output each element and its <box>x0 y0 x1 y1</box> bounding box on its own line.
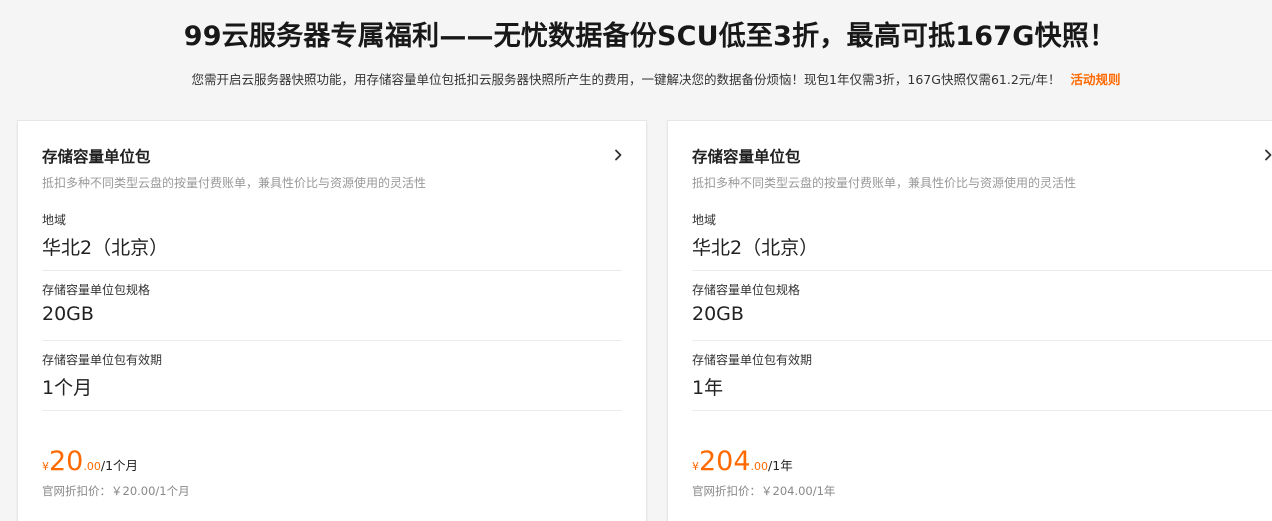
card-subtitle: 抵扣多种不同类型云盘的按量付费账单，兼具性价比与资源使用的灵活性 <box>42 176 427 190</box>
card-subtitle: 抵扣多种不同类型云盘的按量付费账单，兼具性价比与资源使用的灵活性 <box>692 176 1077 190</box>
price-integer: 204 <box>699 446 751 477</box>
product-card-monthly[interactable]: 存储容量单位包 抵扣多种不同类型云盘的按量付费账单，兼具性价比与资源使用的灵活性… <box>17 120 647 521</box>
capacity-spec-label: 存储容量单位包规格 <box>42 283 151 297</box>
region-field[interactable]: 地域 华北2（北京） <box>42 201 622 271</box>
promo-description: 您需开启云服务器快照功能，用存储容量单位包抵扣云服务器快照所产生的费用，一键解决… <box>0 69 1272 88</box>
capacity-spec-value: 20GB <box>692 303 744 325</box>
region-value: 华北2（北京） <box>42 237 169 259</box>
card-title: 存储容量单位包 <box>692 148 801 166</box>
validity-label: 存储容量单位包有效期 <box>42 353 163 367</box>
region-label: 地域 <box>42 213 67 227</box>
capacity-spec-field[interactable]: 存储容量单位包规格 20GB <box>692 271 1272 341</box>
promo-description-text: 您需开启云服务器快照功能，用存储容量单位包抵扣云服务器快照所产生的费用，一键解决… <box>191 72 1061 87</box>
chevron-right-icon[interactable] <box>608 145 628 165</box>
capacity-spec-label: 存储容量单位包规格 <box>692 283 801 297</box>
region-value: 华北2（北京） <box>692 237 819 259</box>
validity-label: 存储容量单位包有效期 <box>692 353 813 367</box>
chevron-right-icon[interactable] <box>1258 145 1272 165</box>
region-field[interactable]: 地域 华北2（北京） <box>692 201 1272 271</box>
region-label: 地域 <box>692 213 717 227</box>
currency-symbol: ¥ <box>692 460 699 473</box>
price-integer: 20 <box>49 446 84 477</box>
price-decimal: .00 <box>750 460 769 473</box>
promo-page: 99云服务器专属福利——无忧数据备份SCU低至3折，最高可抵167G快照！ 您需… <box>0 0 1272 521</box>
currency-symbol: ¥ <box>42 460 49 473</box>
price: ¥204.00/1年 <box>692 446 793 477</box>
page-title: 99云服务器专属福利——无忧数据备份SCU低至3折，最高可抵167G快照！ <box>183 21 1117 52</box>
capacity-spec-field[interactable]: 存储容量单位包规格 20GB <box>42 271 622 341</box>
validity-value: 1年 <box>692 377 724 399</box>
validity-field[interactable]: 存储容量单位包有效期 1个月 <box>42 341 622 411</box>
validity-value: 1个月 <box>42 377 93 399</box>
list-price: 官网折扣价：￥20.00/1个月 <box>42 484 190 498</box>
activity-rules-link[interactable]: 活动规则 <box>1070 72 1120 87</box>
product-card-yearly[interactable]: 存储容量单位包 抵扣多种不同类型云盘的按量付费账单，兼具性价比与资源使用的灵活性… <box>667 120 1272 521</box>
list-price: 官网折扣价：￥204.00/1年 <box>692 484 836 498</box>
price: ¥20.00/1个月 <box>42 446 138 477</box>
price-decimal: .00 <box>83 460 101 473</box>
validity-field[interactable]: 存储容量单位包有效期 1年 <box>692 341 1272 411</box>
card-title: 存储容量单位包 <box>42 148 151 166</box>
price-unit: /1个月 <box>100 458 139 473</box>
price-unit: /1年 <box>768 458 793 473</box>
capacity-spec-value: 20GB <box>42 303 94 325</box>
